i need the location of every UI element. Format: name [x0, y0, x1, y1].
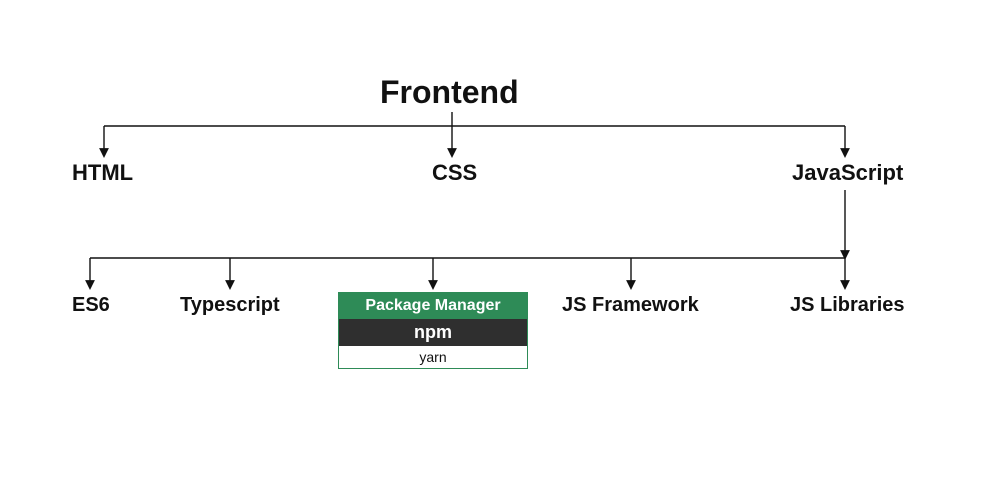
node-css: CSS: [432, 160, 477, 186]
node-package-manager-box: Package Manager npm yarn: [338, 292, 528, 369]
node-js-framework: JS Framework: [562, 294, 699, 317]
node-javascript: JavaScript: [792, 160, 903, 186]
node-html: HTML: [72, 160, 133, 186]
diagram-title: Frontend: [380, 74, 519, 111]
diagram-canvas: Frontend HTML CSS JavaScript ES6 Typescr…: [0, 0, 1000, 500]
node-js-libraries: JS Libraries: [790, 294, 905, 317]
package-manager-npm: npm: [339, 319, 527, 346]
package-manager-header: Package Manager: [339, 293, 527, 319]
node-typescript: Typescript: [180, 294, 280, 317]
package-manager-yarn: yarn: [339, 346, 527, 368]
node-es6: ES6: [72, 294, 110, 317]
